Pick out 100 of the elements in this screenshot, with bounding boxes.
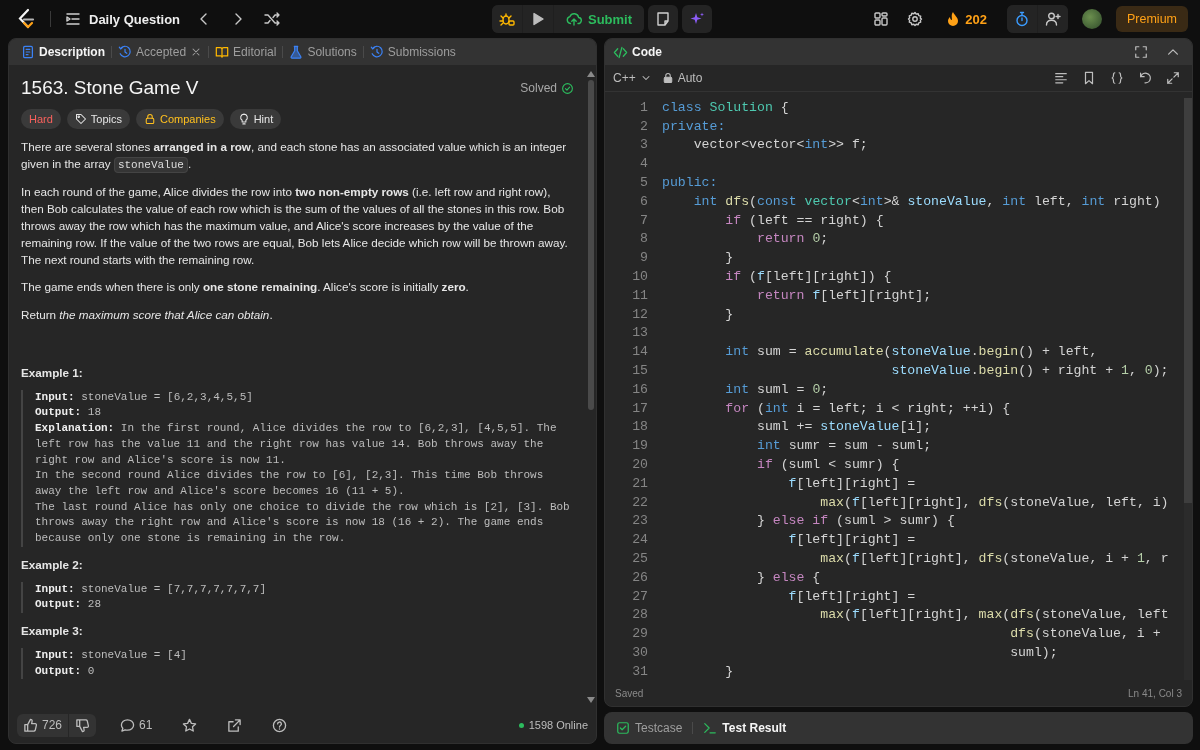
lightbulb-icon	[237, 112, 250, 125]
fullscreen-button[interactable]	[1132, 43, 1150, 61]
tag-chip[interactable]: Topics	[66, 108, 131, 129]
problem-list-button[interactable]: Daily Question	[65, 11, 181, 27]
panel-tab[interactable]: Testcase	[612, 721, 687, 735]
expand-icon	[1166, 71, 1180, 85]
lock-icon	[661, 72, 674, 84]
code-line: }	[724, 250, 734, 266]
line-number: 23	[631, 513, 648, 529]
line-number: 29	[631, 626, 648, 642]
code-line: public:	[662, 175, 718, 191]
example-line: Output: 18	[35, 405, 103, 421]
code-line: int suml = 0;	[724, 381, 829, 397]
line-number: 8	[639, 231, 648, 247]
code-line: if (suml < sumr) {	[755, 457, 900, 473]
tag-chip[interactable]: Companies	[136, 108, 224, 129]
line-number: 16	[631, 381, 648, 397]
debug-button[interactable]	[491, 5, 522, 33]
line-number: 10	[631, 269, 648, 285]
ai-button[interactable]	[682, 5, 713, 33]
braces-icon	[1110, 71, 1124, 85]
star-icon	[182, 717, 198, 733]
online-dot	[518, 722, 524, 728]
timer-icon	[1014, 11, 1030, 27]
code-line: suml += stoneValue[i];	[755, 419, 932, 435]
language-select[interactable]: C++	[613, 71, 652, 85]
line-number: 12	[631, 306, 648, 322]
panel-tab[interactable]: Editorial	[209, 42, 283, 62]
add-user-icon	[1045, 11, 1061, 27]
document-icon	[21, 45, 35, 59]
code-line: }	[724, 306, 734, 322]
example-line: Output: 28	[35, 597, 103, 613]
code-line: int sumr = sum - suml;	[755, 438, 932, 454]
tag-chip[interactable]: Hint	[229, 108, 282, 129]
checkbox-icon	[616, 721, 630, 735]
note-icon	[655, 11, 672, 27]
code-line: max(f[left][right], dfs(stoneValue, i + 1, r	[819, 551, 1169, 566]
tag-chip[interactable]: Hard	[21, 108, 61, 129]
settings-icon	[907, 11, 924, 27]
panel-tab[interactable]: Test Result	[699, 721, 791, 735]
streak-counter[interactable]: 202	[939, 10, 993, 28]
timer-button[interactable]	[1007, 5, 1037, 33]
lock-icon	[144, 112, 157, 125]
logo-icon[interactable]	[16, 8, 36, 30]
example-line: Input: stoneValue = [7,7,7,7,7,7,7]	[35, 581, 268, 597]
fullscreen-icon	[1134, 45, 1148, 59]
comments-button[interactable]: 61	[114, 713, 159, 737]
description-paragraph: There are several stones arranged in a row, and each stone has an associated value which is an integer given in the array stoneValue .	[21, 138, 568, 174]
line-number: 14	[631, 344, 648, 360]
line-number: 7	[639, 212, 648, 228]
code-line: } else if (suml > sumr) {	[755, 513, 955, 529]
line-number: 30	[631, 645, 648, 660]
thumbs-up-icon	[23, 717, 38, 733]
bug-icon	[498, 11, 515, 27]
line-number: 15	[631, 363, 648, 379]
cursor-position: Ln 41, Col 3	[1128, 687, 1182, 699]
book-icon	[215, 45, 230, 59]
run-button[interactable]	[522, 5, 553, 33]
notes-button[interactable]	[648, 5, 679, 33]
thumbs-down-icon	[75, 717, 91, 733]
line-number: 6	[639, 193, 648, 209]
premium-button[interactable]: Premium	[1116, 6, 1188, 32]
line-number: 31	[631, 663, 648, 679]
line-number: 18	[631, 419, 648, 435]
line-number: 4	[639, 156, 648, 172]
problem-title: 1563. Stone Game V	[21, 80, 199, 97]
solved-status: Solved	[520, 80, 557, 97]
submit-button[interactable]: Submit	[553, 5, 645, 33]
scrollbar-thumb[interactable]	[1184, 98, 1192, 503]
line-number: 3	[639, 137, 648, 153]
panel-tab[interactable]: Description	[15, 42, 111, 62]
scroll-down-icon[interactable]	[587, 697, 595, 703]
description-paragraph: In each round of the game, Alice divides the row into two non-empty rows (i.e. left row and right row), then Bob calculates the value of each row which is the sum of the values of all the stones in this row. Bob throws away the row which has the maximum value, and Alice's score increases by the value of the remaining row. If the value of the two rows are equal, Bob lets Alice decide which row will be thrown away. The next round starts with the remaining row.	[21, 184, 569, 268]
line-number: 21	[631, 475, 648, 491]
undo-icon	[1138, 71, 1152, 85]
panel-tab[interactable]: Solutions	[283, 42, 363, 62]
code-line: max(f[left][right], dfs(stoneValue, left, i)	[819, 494, 1169, 510]
code-line: class Solution {	[662, 99, 789, 115]
tag-icon	[74, 112, 87, 125]
code-line: dfs(stoneValue, i +	[1009, 626, 1161, 642]
code-line: f[left][right] =	[787, 588, 916, 604]
code-line: private:	[662, 118, 726, 134]
panel-tab[interactable]: Accepted	[112, 42, 209, 62]
example-heading: Example 2:	[21, 556, 84, 573]
avatar[interactable]	[1082, 9, 1102, 29]
cloud-upload-icon	[565, 11, 582, 27]
scrollbar-thumb[interactable]	[588, 80, 594, 410]
line-number: 20	[631, 457, 648, 473]
example-line: Input: stoneValue = [6,2,3,4,5,5]	[35, 389, 254, 405]
help-icon	[272, 717, 288, 733]
code-line: int sum = accumulate(stoneValue.begin() + left,	[724, 344, 1098, 360]
invite-button[interactable]	[1038, 5, 1068, 33]
code-line: return f[left][right];	[755, 287, 932, 303]
grid-icon	[873, 11, 890, 27]
flask-icon	[289, 45, 304, 59]
line-number: 17	[631, 400, 648, 416]
expand-button[interactable]	[1164, 69, 1182, 87]
panel-tab[interactable]: Submissions	[363, 42, 462, 62]
example-line: Explanation: In the first round, Alice divides the row to [6,2,3], [4,5,5]. The left row has the value 11 and the right row has value 14. Bob throws away the right row and Alice's score is now 11. In the second round Alice divides the row to [6], [2,3]. This time Bob throws away the left row and Alice's score becomes 16 (11 + 5). The last round Alice has only one choice to divide the row which is [2], [3]. Bob throws away the right row and Alice's score is now 18 (16 + 2). The game ends because only one stone is remaining in the row.	[35, 421, 571, 547]
scroll-up-icon[interactable]	[587, 71, 595, 77]
